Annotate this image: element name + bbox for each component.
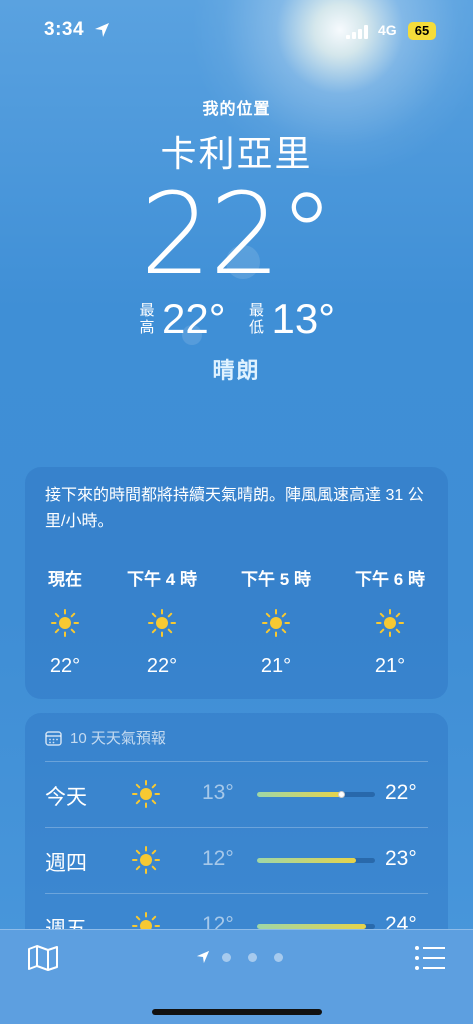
current-temperature: 22° (140, 170, 335, 300)
my-location-label: 我的位置 (202, 101, 271, 118)
day-name: 週四 (45, 852, 87, 875)
status-bar: 3:34 4G 65 (0, 0, 473, 60)
hour-item: 下午 4 時 22° (105, 565, 219, 678)
temperature-range-bar (257, 858, 375, 863)
sun-icon (51, 609, 79, 637)
hourly-list[interactable]: 現在 22° 下午 4 時 22° 下午 5 時 21° 下午 6 時 21° (25, 565, 448, 678)
sun-icon (376, 609, 404, 637)
sun-icon (132, 846, 160, 874)
sun-icon (262, 609, 290, 637)
day-row[interactable]: 週四 12° 23° (25, 827, 448, 893)
temperature-range-fill (257, 858, 357, 863)
current-temperature-marker (338, 791, 346, 798)
hour-temperature: 22° (146, 655, 178, 677)
forecast-summary: 接下來的時間都將持續天氣晴朗。陣風風速高達 31 公里/小時。 (45, 487, 424, 530)
ten-day-header: 10 天天氣預報 (45, 727, 166, 748)
ten-day-title: 10 天天氣預報 (70, 730, 166, 747)
low-label: 最低 (248, 302, 264, 336)
hour-label: 現在 (48, 570, 82, 589)
hour-temperature: 21° (374, 655, 406, 677)
weather-header: 我的位置 卡利亞里 22° 最高 22° 最低 13° 晴朗 (0, 95, 473, 385)
calendar-icon (45, 730, 62, 746)
page-dot (274, 952, 283, 962)
hour-label: 下午 6 時 (355, 570, 425, 589)
status-time: 3:34 (44, 19, 85, 40)
page-indicator[interactable] (196, 950, 300, 964)
hour-label: 下午 5 時 (241, 570, 311, 589)
hour-temperature: 21° (260, 655, 292, 677)
battery-level: 65 (408, 22, 436, 40)
low-temperature: 13° (271, 295, 336, 342)
high-temperature: 22° (161, 295, 226, 342)
temperature-range-fill (257, 792, 342, 797)
location-arrow-icon (196, 950, 210, 964)
hourly-forecast-card[interactable]: 接下來的時間都將持續天氣晴朗。陣風風速高達 31 公里/小時。 現在 22° 下… (25, 467, 448, 699)
page-dot (222, 952, 231, 962)
hour-temperature: 22° (49, 655, 81, 677)
weather-condition: 晴朗 (212, 358, 261, 383)
network-type: 4G (378, 22, 397, 38)
location-arrow-icon (95, 23, 109, 37)
day-row[interactable]: 今天 13° 22° (25, 761, 448, 827)
hour-label: 下午 4 時 (127, 570, 197, 589)
day-low: 12° (202, 847, 234, 870)
sun-icon (148, 609, 176, 637)
high-label: 最高 (139, 302, 155, 336)
map-icon[interactable] (27, 944, 59, 972)
day-high: 23° (385, 847, 417, 870)
cellular-signal-icon (346, 25, 368, 39)
home-indicator[interactable] (152, 1009, 322, 1015)
temperature-range-bar (257, 791, 375, 798)
hour-item: 下午 5 時 21° (219, 565, 333, 678)
day-high: 22° (385, 781, 417, 804)
sun-icon (132, 780, 160, 808)
day-low: 13° (202, 781, 234, 804)
day-name: 今天 (45, 786, 87, 809)
hour-item: 下午 6 時 21° (333, 565, 447, 678)
list-icon[interactable] (414, 945, 446, 971)
page-dot (248, 952, 257, 962)
high-low: 最高 22° 最低 13° (0, 295, 473, 343)
hour-item: 現在 22° (25, 565, 105, 678)
